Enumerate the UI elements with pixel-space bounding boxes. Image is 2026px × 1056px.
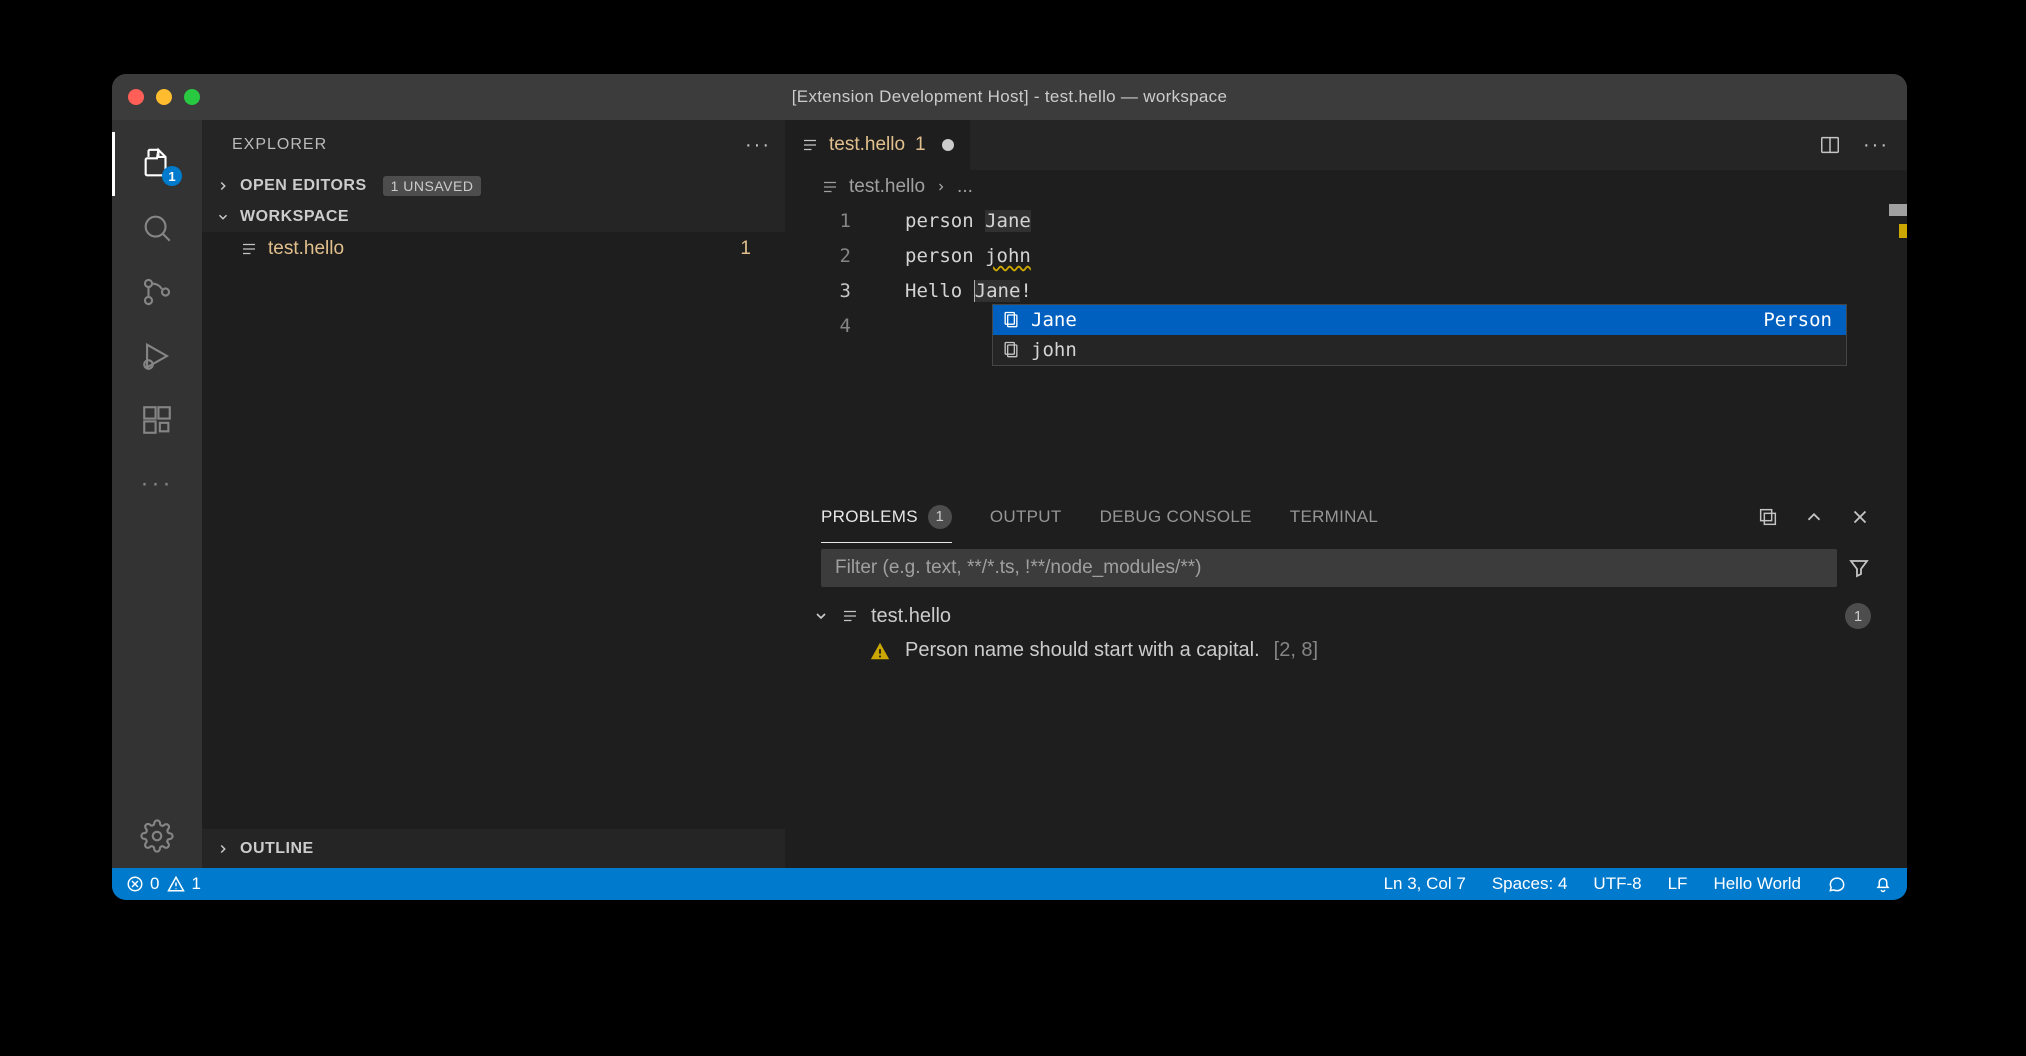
collapse-all-icon[interactable] bbox=[1757, 506, 1779, 528]
vscode-window: [Extension Development Host] - test.hell… bbox=[112, 74, 1907, 900]
problem-group-count: 1 bbox=[1845, 603, 1871, 629]
activity-extensions[interactable] bbox=[112, 388, 202, 452]
maximize-panel-icon[interactable] bbox=[1803, 506, 1825, 528]
code-editor[interactable]: 1 person Jane 2 person john 3 Hello Jane… bbox=[785, 204, 1907, 490]
editor-group: test.hello 1 ··· test.hello bbox=[785, 120, 1907, 868]
panel-tab-output[interactable]: OUTPUT bbox=[990, 491, 1062, 543]
open-editors-label: OPEN EDITORS bbox=[240, 177, 367, 195]
line-number: 2 bbox=[785, 245, 869, 267]
suggest-widget: Jane Person john bbox=[992, 304, 1847, 366]
chevron-right-icon bbox=[214, 177, 232, 195]
line-number: 4 bbox=[785, 315, 869, 337]
outline-label: OUTLINE bbox=[240, 840, 314, 858]
status-errors[interactable]: 0 bbox=[126, 874, 159, 894]
breadcrumb-file: test.hello bbox=[849, 176, 925, 198]
activity-more[interactable]: ··· bbox=[112, 452, 202, 516]
activity-source-control[interactable] bbox=[112, 260, 202, 324]
problem-item[interactable]: Person name should start with a capital.… bbox=[785, 633, 1907, 668]
problem-group-file: test.hello bbox=[871, 605, 951, 628]
editor-actions: ··· bbox=[1819, 134, 1907, 157]
status-cursor-position[interactable]: Ln 3, Col 7 bbox=[1384, 874, 1466, 894]
filter-icon[interactable] bbox=[1847, 556, 1871, 580]
panel-tab-problems[interactable]: PROBLEMS 1 bbox=[821, 491, 952, 543]
status-warnings[interactable]: 1 bbox=[167, 874, 200, 894]
open-editors-section[interactable]: OPEN EDITORS 1 UNSAVED bbox=[202, 170, 785, 202]
breadcrumb-more: ... bbox=[957, 176, 973, 198]
problems-count-badge: 1 bbox=[928, 505, 952, 529]
panel-tab-terminal[interactable]: TERMINAL bbox=[1290, 491, 1378, 543]
close-panel-icon[interactable] bbox=[1849, 506, 1871, 528]
file-icon bbox=[841, 607, 859, 625]
line-number: 1 bbox=[785, 210, 869, 232]
status-bell-icon[interactable] bbox=[1873, 874, 1893, 894]
activity-settings[interactable] bbox=[112, 804, 202, 868]
chevron-right-icon bbox=[214, 840, 232, 858]
status-eol[interactable]: LF bbox=[1668, 874, 1688, 894]
workspace-label: WORKSPACE bbox=[240, 208, 349, 226]
file-icon bbox=[801, 136, 819, 154]
code-line: Hello Jane! bbox=[905, 280, 1032, 302]
bottom-panel: PROBLEMS 1 OUTPUT DEBUG CONSOLE TERMINAL bbox=[785, 490, 1907, 868]
body-area: 1 ··· EXPLORER bbox=[112, 120, 1907, 868]
status-language-mode[interactable]: Hello World bbox=[1713, 874, 1801, 894]
file-problem-count: 1 bbox=[740, 238, 771, 260]
suggest-label: Jane bbox=[1031, 309, 1077, 331]
sidebar-title: EXPLORER bbox=[232, 136, 327, 154]
activity-explorer[interactable]: 1 bbox=[112, 132, 202, 196]
explorer-badge: 1 bbox=[162, 166, 182, 186]
status-indentation[interactable]: Spaces: 4 bbox=[1492, 874, 1568, 894]
activity-bar: 1 ··· bbox=[112, 120, 202, 868]
editor-more-icon[interactable]: ··· bbox=[1863, 134, 1889, 157]
tab-test-hello[interactable]: test.hello 1 bbox=[785, 120, 970, 170]
window-title: [Extension Development Host] - test.hell… bbox=[112, 87, 1907, 107]
code-line: person john bbox=[905, 245, 1031, 267]
problem-group[interactable]: test.hello 1 bbox=[785, 593, 1907, 633]
status-encoding[interactable]: UTF-8 bbox=[1593, 874, 1641, 894]
outline-section[interactable]: OUTLINE bbox=[202, 828, 785, 868]
editor-tabs: test.hello 1 ··· bbox=[785, 120, 1907, 170]
problem-location: [2, 8] bbox=[1274, 639, 1318, 662]
tab-dirty-indicator bbox=[942, 139, 954, 151]
file-row-test-hello[interactable]: test.hello 1 bbox=[202, 232, 785, 266]
symbol-icon bbox=[1001, 340, 1021, 360]
problems-filter-input[interactable] bbox=[821, 549, 1837, 587]
status-bar: 0 1 Ln 3, Col 7 Spaces: 4 UTF-8 LF Hello… bbox=[112, 868, 1907, 900]
line-number: 3 bbox=[785, 280, 869, 302]
split-editor-icon[interactable] bbox=[1819, 134, 1841, 157]
file-icon bbox=[821, 178, 839, 196]
titlebar: [Extension Development Host] - test.hell… bbox=[112, 74, 1907, 120]
code-line: person Jane bbox=[905, 210, 1031, 232]
suggest-label: john bbox=[1031, 339, 1077, 361]
suggest-item-john[interactable]: john bbox=[993, 335, 1846, 365]
sidebar-more-icon[interactable]: ··· bbox=[745, 134, 771, 157]
activity-run-debug[interactable] bbox=[112, 324, 202, 388]
panel-tab-debug-console[interactable]: DEBUG CONSOLE bbox=[1100, 491, 1252, 543]
chevron-down-icon bbox=[813, 608, 829, 624]
unsaved-badge: 1 UNSAVED bbox=[383, 176, 482, 196]
sidebar-header: EXPLORER ··· bbox=[202, 120, 785, 170]
suggest-detail: Person bbox=[1763, 309, 1832, 331]
problem-message: Person name should start with a capital. bbox=[905, 639, 1260, 662]
tab-name: test.hello bbox=[829, 134, 905, 156]
status-feedback-icon[interactable] bbox=[1827, 874, 1847, 894]
panel-tabs: PROBLEMS 1 OUTPUT DEBUG CONSOLE TERMINAL bbox=[785, 491, 1907, 543]
sidebar-explorer: EXPLORER ··· OPEN EDITORS 1 UNSAVED WORK… bbox=[202, 120, 785, 868]
warning-icon bbox=[869, 640, 891, 662]
chevron-down-icon bbox=[214, 208, 232, 226]
file-tree: test.hello 1 bbox=[202, 232, 785, 828]
file-name: test.hello bbox=[268, 238, 344, 260]
problems-filter-row bbox=[785, 543, 1907, 593]
suggest-item-jane[interactable]: Jane Person bbox=[993, 305, 1846, 335]
tab-problem-count: 1 bbox=[915, 134, 926, 156]
breadcrumb[interactable]: test.hello ... bbox=[785, 170, 1907, 204]
symbol-icon bbox=[1001, 310, 1021, 330]
chevron-right-icon bbox=[935, 181, 947, 193]
workspace-section[interactable]: WORKSPACE bbox=[202, 202, 785, 232]
activity-search[interactable] bbox=[112, 196, 202, 260]
overview-ruler[interactable] bbox=[1889, 204, 1907, 264]
file-icon bbox=[240, 240, 258, 258]
